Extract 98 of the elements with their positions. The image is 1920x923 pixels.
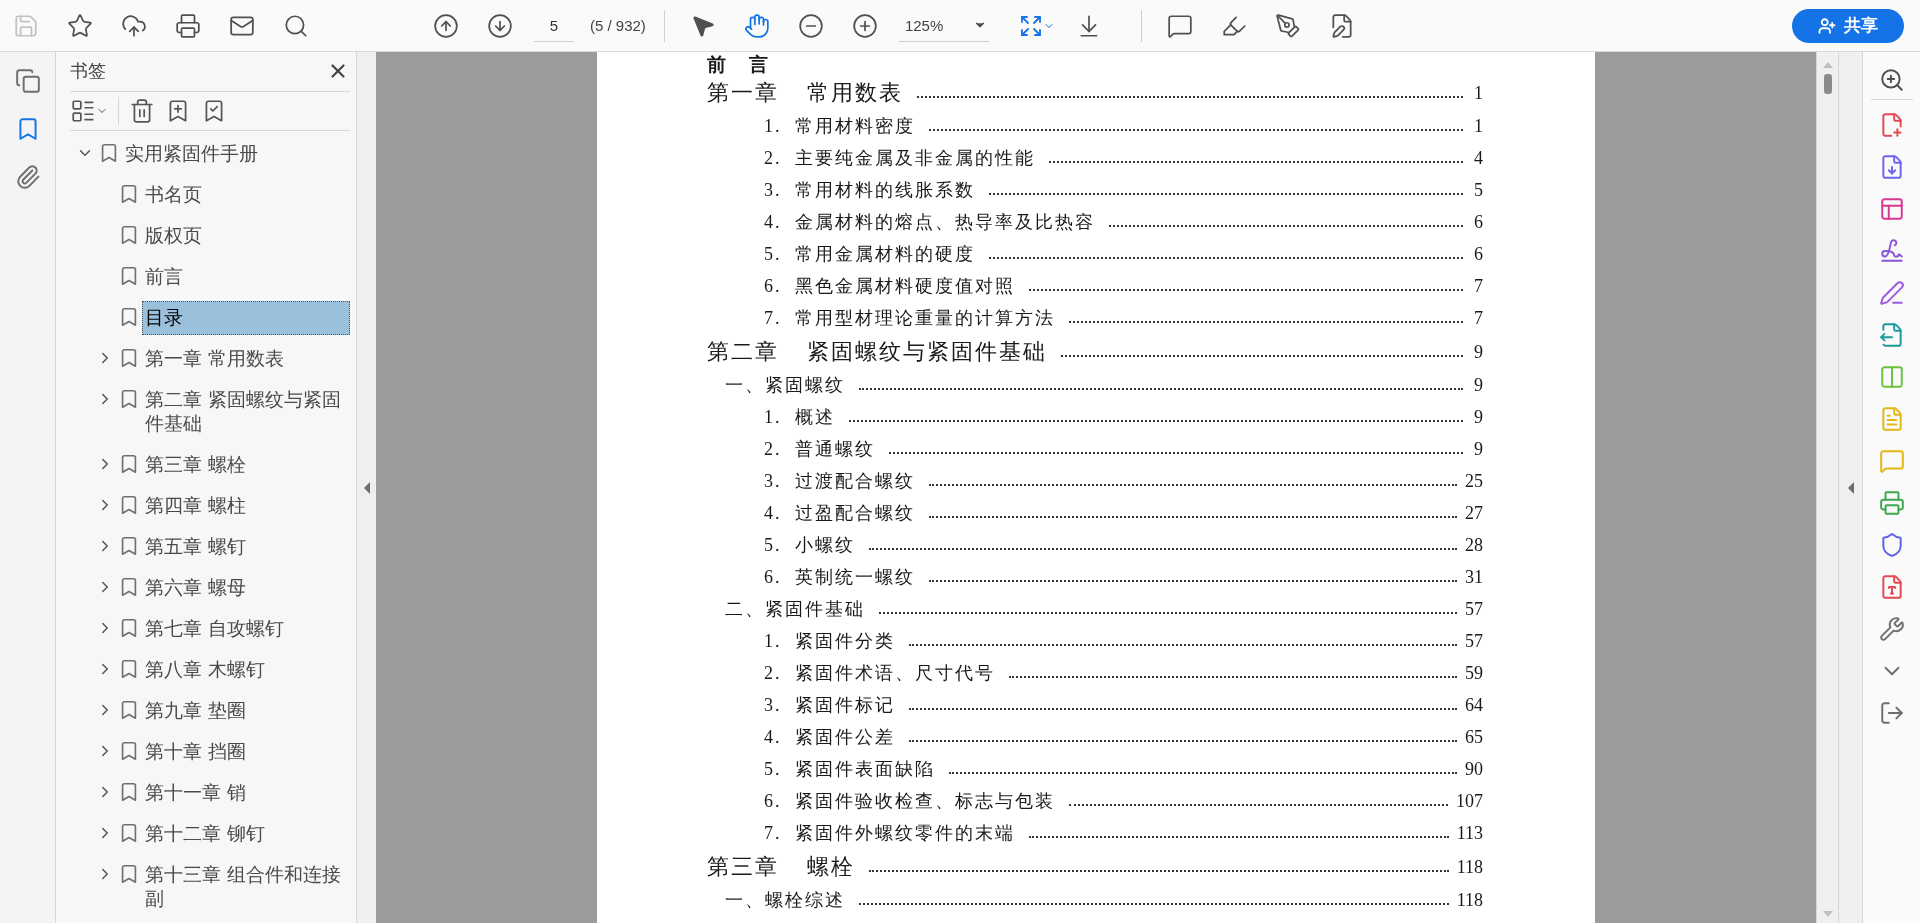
toc-entry: 5. 紧固件表面缺陷 xyxy=(764,760,935,780)
toc-section: 一、螺栓综述 xyxy=(725,891,845,911)
page-number: 107 xyxy=(1456,792,1483,812)
pages-icon xyxy=(14,68,41,94)
bookmark-item[interactable]: 书名页 xyxy=(142,178,205,212)
chapter-title: 螺栓 xyxy=(807,855,855,880)
printer-icon xyxy=(175,12,201,39)
page-count: (5 / 932) xyxy=(590,17,646,34)
page-number: 4 xyxy=(1473,149,1483,169)
toc-entry: 1. 紧固件分类 xyxy=(764,632,895,652)
toc-entry: 4. 紧固件公差 xyxy=(764,728,895,748)
page-number: 113 xyxy=(1456,824,1483,844)
trash-icon xyxy=(129,97,155,124)
page-number: 118 xyxy=(1456,857,1483,878)
toc-entry: 6. 紧固件验收检查、标志与包装 xyxy=(764,792,1055,812)
expand-icon xyxy=(1018,13,1043,38)
page-number: 27 xyxy=(1465,504,1483,524)
toc-entry: 7. 常用型材理论重量的计算方法 xyxy=(764,309,1055,329)
toc-entry: 4. 金属材料的熔点、热导率及比热容 xyxy=(764,213,1095,233)
page-number: 31 xyxy=(1465,568,1483,588)
bookmark-item[interactable]: 第十三章 组合件和连接副 xyxy=(142,858,350,916)
bookmark-item[interactable]: 前言 xyxy=(142,260,186,294)
page-number: 57 xyxy=(1465,632,1483,652)
list-icon xyxy=(70,97,96,124)
bookmark-item[interactable]: 第九章 垫圈 xyxy=(142,694,249,728)
page-number: 9 xyxy=(1473,408,1483,428)
bookmark-item[interactable]: 第三章 螺栓 xyxy=(142,448,249,482)
arrow-up-icon xyxy=(433,12,459,39)
page-number: 9 xyxy=(1473,440,1483,460)
bookmark-item[interactable]: 版权页 xyxy=(142,219,205,253)
bookmark-item[interactable]: 第二章 紧固螺纹与紧固件基础 xyxy=(142,383,350,441)
toc-entry: 1. 常用材料密度 xyxy=(764,117,915,137)
toc-entry: 5. 小螺纹 xyxy=(764,536,855,556)
page-number: 9 xyxy=(1473,342,1483,363)
comment-icon xyxy=(1166,12,1193,39)
toc-section: 二、紧固件基础 xyxy=(725,600,865,620)
chapter-number: 第三章 xyxy=(707,855,779,880)
page-number: 25 xyxy=(1465,472,1483,492)
bookmark-item[interactable]: 第十章 挡圈 xyxy=(142,735,249,769)
bookmark-item[interactable]: 第四章 螺柱 xyxy=(142,489,249,523)
page-number: 57 xyxy=(1465,600,1483,620)
page-number: 1 xyxy=(1473,83,1483,104)
page-number: 59 xyxy=(1465,664,1483,684)
toc-entry: 1. 概述 xyxy=(764,408,835,428)
page-number: 9 xyxy=(1473,376,1483,396)
bookmark-item[interactable]: 第五章 螺钉 xyxy=(142,530,249,564)
scrollbar[interactable] xyxy=(1816,52,1838,923)
bookmark-item[interactable]: 实用紧固件手册 xyxy=(122,137,261,171)
plus-icon xyxy=(851,12,878,39)
cloud-upload-icon xyxy=(121,12,147,39)
page-number: 7 xyxy=(1473,309,1483,329)
pen-icon xyxy=(1274,12,1301,39)
toc-entry: 3. 过渡配合螺纹 xyxy=(764,472,915,492)
chapter-title: 常用数表 xyxy=(807,81,903,106)
page-number: 7 xyxy=(1473,277,1483,297)
bookmark-item[interactable]: 第六章 螺母 xyxy=(142,571,249,605)
search-icon xyxy=(283,12,309,39)
page-number: 6 xyxy=(1473,213,1483,233)
hand-icon xyxy=(743,12,770,39)
toc-entry: 2. 普通螺纹 xyxy=(764,440,875,460)
toc-entry: 5. 常用金属材料的硬度 xyxy=(764,245,975,265)
minus-icon xyxy=(797,12,824,39)
page-number: 6 xyxy=(1473,245,1483,265)
chapter-number: 第二章 xyxy=(707,340,779,365)
save-icon xyxy=(13,12,39,39)
page-number: 5 xyxy=(1473,181,1483,201)
bookmark-item[interactable]: 第八章 木螺钉 xyxy=(142,653,268,687)
toc-entry: 3. 常用材料的线胀系数 xyxy=(764,181,975,201)
page-number: 65 xyxy=(1465,728,1483,748)
toc-entry: 3. 紧固件标记 xyxy=(764,696,895,716)
toc-entry: 7. 紧固件外螺纹零件的末端 xyxy=(764,824,1015,844)
toc-section: 一、紧固螺纹 xyxy=(725,376,845,396)
star-icon xyxy=(67,12,93,39)
chapter-title: 紧固螺纹与紧固件基础 xyxy=(807,340,1047,365)
bookmark-item[interactable]: 第十二章 铆钉 xyxy=(142,817,268,851)
page-number: 28 xyxy=(1465,536,1483,556)
page-number-field[interactable]: 5 xyxy=(534,9,574,42)
page-number: 118 xyxy=(1456,891,1483,911)
page-number: 90 xyxy=(1465,760,1483,780)
zoom-dropdown[interactable]: 125% xyxy=(898,9,989,42)
bookmark-item[interactable]: 第十一章 销 xyxy=(142,776,249,810)
paperclip-icon xyxy=(14,164,41,190)
bookmark-item[interactable]: 目录 xyxy=(142,301,350,335)
toc-entry: 6. 英制统一螺纹 xyxy=(764,568,915,588)
bookmark-item[interactable]: 第一章 常用数表 xyxy=(142,342,287,376)
user-plus-icon xyxy=(1818,16,1836,35)
toc-entry: 2. 紧固件术语、尺寸代号 xyxy=(764,664,995,684)
toc-entry: 2. 主要纯金属及非金属的性能 xyxy=(764,149,1035,169)
toc-entry: 4. 过盈配合螺纹 xyxy=(764,504,915,524)
panel-title: 书签 xyxy=(70,59,106,84)
page-number: 1 xyxy=(1473,117,1483,137)
toc-heading: 前 言 xyxy=(707,55,770,76)
page-number: 64 xyxy=(1465,696,1483,716)
chapter-number: 第一章 xyxy=(707,81,779,106)
arrow-down-icon xyxy=(487,12,513,39)
bookmark-item[interactable]: 第七章 自攻螺钉 xyxy=(142,612,287,646)
share-button[interactable]: 共享 xyxy=(1792,8,1904,43)
toc-entry: 6. 黑色金属材料硬度值对照 xyxy=(764,277,1015,297)
